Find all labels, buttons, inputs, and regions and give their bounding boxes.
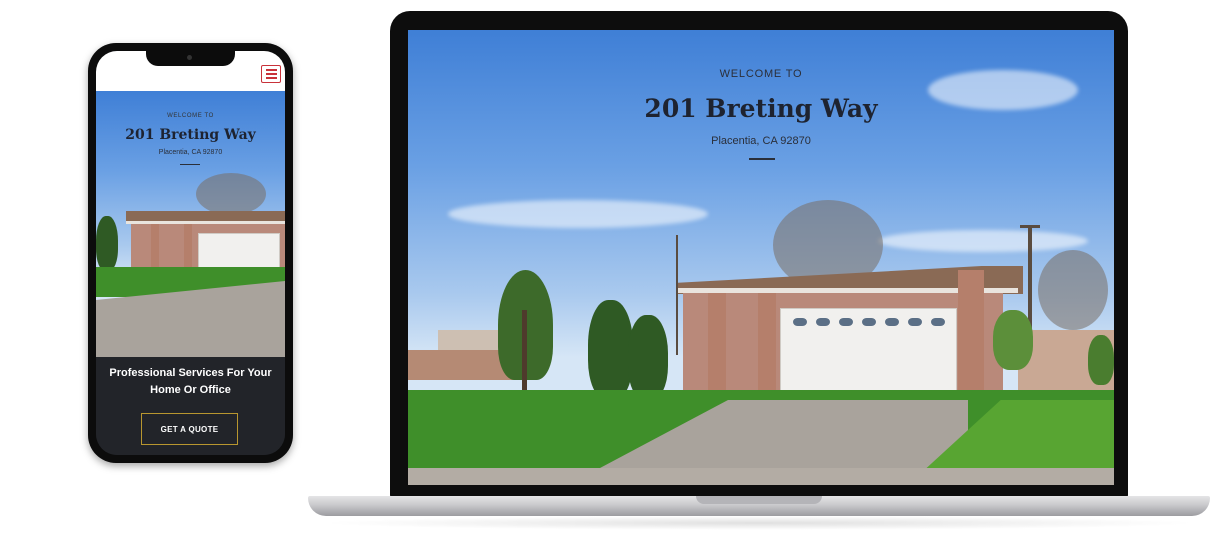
laptop-mockup: WELCOME TO 201 Breting Way Placentia, CA… xyxy=(390,11,1128,499)
house-pillar xyxy=(184,224,192,269)
palm-trunk xyxy=(522,310,527,390)
title-divider xyxy=(749,158,775,160)
cypress-tree xyxy=(628,315,668,400)
property-title: 201 Breting Way xyxy=(125,127,256,143)
garage-window xyxy=(793,318,807,326)
garage-window xyxy=(816,318,830,326)
welcome-label: WELCOME TO xyxy=(167,113,214,119)
garage-window xyxy=(931,318,945,326)
get-a-quote-button[interactable]: GET A QUOTE xyxy=(141,413,238,445)
garage-window xyxy=(908,318,922,326)
phone-mockup: WELCOME TO 201 Breting Way Placentia, CA… xyxy=(88,43,293,463)
title-divider xyxy=(180,164,200,165)
utility-pole-crossbar xyxy=(1020,225,1040,228)
cloud xyxy=(448,200,708,228)
house-pillar xyxy=(151,224,159,269)
laptop-shadow xyxy=(318,516,1200,530)
garage-window xyxy=(839,318,853,326)
phone-notch xyxy=(146,51,235,66)
property-location: Placentia, CA 92870 xyxy=(158,149,223,156)
tree xyxy=(96,216,118,271)
desktop-hero: WELCOME TO 201 Breting Way Placentia, CA… xyxy=(408,30,1114,485)
welcome-label: WELCOME TO xyxy=(719,68,803,80)
street xyxy=(408,468,1114,485)
property-location: Placentia, CA 92870 xyxy=(711,135,811,147)
mobile-cta-section: Professional Services For Your Home Or O… xyxy=(96,357,285,455)
camera-icon xyxy=(187,55,192,60)
property-title: 201 Breting Way xyxy=(644,94,878,123)
mobile-hero: WELCOME TO 201 Breting Way Placentia, CA… xyxy=(96,91,285,357)
garage-window xyxy=(862,318,876,326)
shrub xyxy=(1088,335,1114,385)
garage-window xyxy=(885,318,899,326)
flag-pole xyxy=(676,235,678,355)
bare-tree xyxy=(196,173,266,215)
cloud xyxy=(878,230,1088,252)
shrub xyxy=(993,310,1033,370)
phone-screen: WELCOME TO 201 Breting Way Placentia, CA… xyxy=(96,51,285,455)
garage-door xyxy=(198,233,280,271)
laptop-hinge-notch xyxy=(696,496,822,504)
hamburger-menu-icon[interactable] xyxy=(261,65,281,83)
bare-tree xyxy=(1038,250,1108,330)
services-tagline: Professional Services For Your Home Or O… xyxy=(109,367,272,396)
cypress-tree xyxy=(588,300,633,400)
